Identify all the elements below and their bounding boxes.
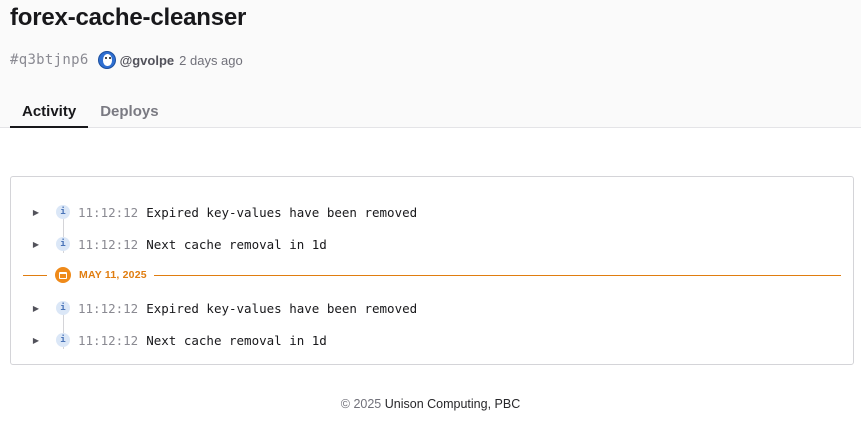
log-message: Next cache removal in 1d (146, 236, 327, 252)
tab-deploys[interactable]: Deploys (88, 96, 170, 128)
log-message: Expired key-values have been removed (146, 204, 418, 220)
job-hash: #q3btjnp6 (10, 52, 89, 68)
log-message: Expired key-values have been removed (146, 300, 418, 316)
log-time: 11:12:12 (78, 236, 139, 252)
log-row[interactable]: ▶ i 11:12:12 Next cache removal in 1d (11, 329, 853, 351)
log-time: 11:12:12 (78, 204, 139, 220)
expand-caret-icon[interactable]: ▶ (31, 208, 41, 217)
info-icon: i (56, 333, 70, 347)
page-header: forex-cache-cleanser #q3btjnp6 @gvolpe 2… (0, 0, 861, 128)
expand-caret-icon[interactable]: ▶ (31, 304, 41, 313)
log-message: Next cache removal in 1d (146, 332, 327, 348)
page-title: forex-cache-cleanser (10, 4, 247, 31)
meta-row: #q3btjnp6 @gvolpe 2 days ago (10, 50, 243, 70)
activity-log: ▶ i 11:12:12 Expired key-values have bee… (10, 176, 854, 365)
calendar-icon (55, 267, 71, 283)
copyright: © 2025 (340, 397, 382, 411)
tab-activity[interactable]: Activity (10, 96, 89, 128)
divider-line (23, 275, 47, 276)
log-time: 11:12:12 (78, 300, 139, 316)
timestamp: 2 days ago (179, 52, 243, 68)
log-row[interactable]: ▶ i 11:12:12 Expired key-values have bee… (11, 297, 853, 319)
date-label: MAY 11, 2025 (79, 269, 147, 281)
tab-bar: Activity Deploys (10, 96, 171, 128)
divider-line (154, 275, 841, 276)
footer: © 2025 Unison Computing, PBC (0, 397, 861, 411)
info-icon: i (56, 237, 70, 251)
expand-caret-icon[interactable]: ▶ (31, 336, 41, 345)
avatar[interactable] (97, 51, 116, 69)
author-handle[interactable]: @gvolpe (120, 53, 175, 68)
log-row[interactable]: ▶ i 11:12:12 Expired key-values have bee… (11, 201, 853, 223)
date-divider: MAY 11, 2025 (11, 265, 853, 285)
log-time: 11:12:12 (78, 332, 139, 348)
info-icon: i (56, 205, 70, 219)
org-link[interactable]: Unison Computing, PBC (385, 397, 520, 411)
expand-caret-icon[interactable]: ▶ (31, 240, 41, 249)
avatar-face-icon (102, 54, 112, 66)
log-row[interactable]: ▶ i 11:12:12 Next cache removal in 1d (11, 233, 853, 255)
info-icon: i (56, 301, 70, 315)
